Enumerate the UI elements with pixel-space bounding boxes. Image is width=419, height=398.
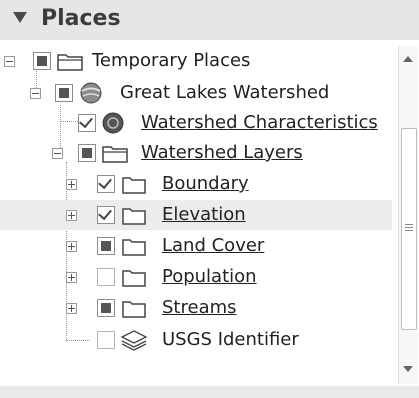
expand-toggle[interactable] — [66, 303, 77, 314]
tree-item-label: Watershed Characteristics — [141, 112, 378, 133]
expand-toggle[interactable] — [66, 241, 77, 252]
visibility-checkbox[interactable] — [97, 331, 115, 349]
tree-item-label: Temporary Places — [92, 50, 251, 71]
folder-icon — [122, 270, 146, 287]
expand-toggle[interactable] — [66, 179, 77, 190]
tree-item-label: Population — [162, 266, 257, 287]
visibility-checkbox[interactable] — [78, 144, 96, 162]
visibility-checkbox[interactable] — [97, 237, 115, 255]
circle-layer-icon — [102, 112, 124, 134]
tree-item-label: Boundary — [162, 173, 249, 194]
panel-footer — [0, 386, 419, 398]
visibility-checkbox[interactable] — [97, 268, 115, 286]
expand-toggle[interactable] — [66, 272, 77, 283]
vertical-scrollbar[interactable] — [398, 46, 418, 384]
tree-item-label: Great Lakes Watershed — [120, 82, 330, 103]
tree-item-land-cover[interactable]: Land Cover — [0, 231, 392, 261]
tree-item-boundary[interactable]: Boundary — [0, 169, 392, 199]
tree-item-label: Watershed Layers — [141, 142, 303, 163]
visibility-checkbox[interactable] — [78, 114, 96, 132]
tree-item-watershed-characteristics[interactable]: Watershed Characteristics — [0, 108, 392, 138]
collapse-toggle[interactable] — [4, 56, 15, 67]
panel-title: Places — [41, 6, 121, 31]
tree-item-streams[interactable]: Streams — [0, 293, 392, 323]
globe-icon — [80, 82, 102, 104]
folder-icon — [122, 208, 146, 225]
collapse-toggle[interactable] — [52, 148, 63, 159]
tree-item-temporary-places[interactable]: Temporary Places — [0, 46, 392, 76]
folder-icon — [102, 146, 128, 163]
scroll-down-arrow-icon[interactable] — [403, 366, 413, 372]
folder-icon — [122, 301, 146, 318]
places-header[interactable]: Places — [0, 0, 419, 40]
tree-item-elevation[interactable]: Elevation — [0, 200, 392, 230]
folder-icon — [122, 239, 146, 256]
tree-item-label: USGS Identifier — [162, 329, 299, 350]
tree-item-usgs-identifier[interactable]: USGS Identifier — [0, 325, 392, 355]
visibility-checkbox[interactable] — [55, 84, 73, 102]
tree-item-label: Streams — [162, 297, 237, 318]
scrollbar-thumb[interactable] — [401, 128, 417, 330]
visibility-checkbox[interactable] — [97, 299, 115, 317]
grip-line — [405, 227, 413, 228]
tree-item-great-lakes-watershed[interactable]: Great Lakes Watershed — [0, 78, 392, 108]
folder-icon — [122, 177, 146, 194]
tree-item-population[interactable]: Population — [0, 262, 392, 292]
visibility-checkbox[interactable] — [33, 52, 51, 70]
grip-line — [405, 230, 413, 231]
tree-item-label: Land Cover — [162, 235, 265, 256]
triangle-down-icon[interactable] — [13, 12, 27, 23]
tree-item-label: Elevation — [162, 204, 246, 225]
tree-item-watershed-layers[interactable]: Watershed Layers — [0, 138, 392, 168]
folder-icon — [57, 54, 83, 71]
expand-toggle[interactable] — [66, 210, 77, 221]
scroll-up-arrow-icon[interactable] — [403, 56, 413, 62]
visibility-checkbox[interactable] — [97, 206, 115, 224]
layers-stack-icon — [120, 330, 148, 351]
grip-line — [405, 224, 413, 225]
collapse-toggle[interactable] — [30, 88, 41, 99]
visibility-checkbox[interactable] — [97, 175, 115, 193]
